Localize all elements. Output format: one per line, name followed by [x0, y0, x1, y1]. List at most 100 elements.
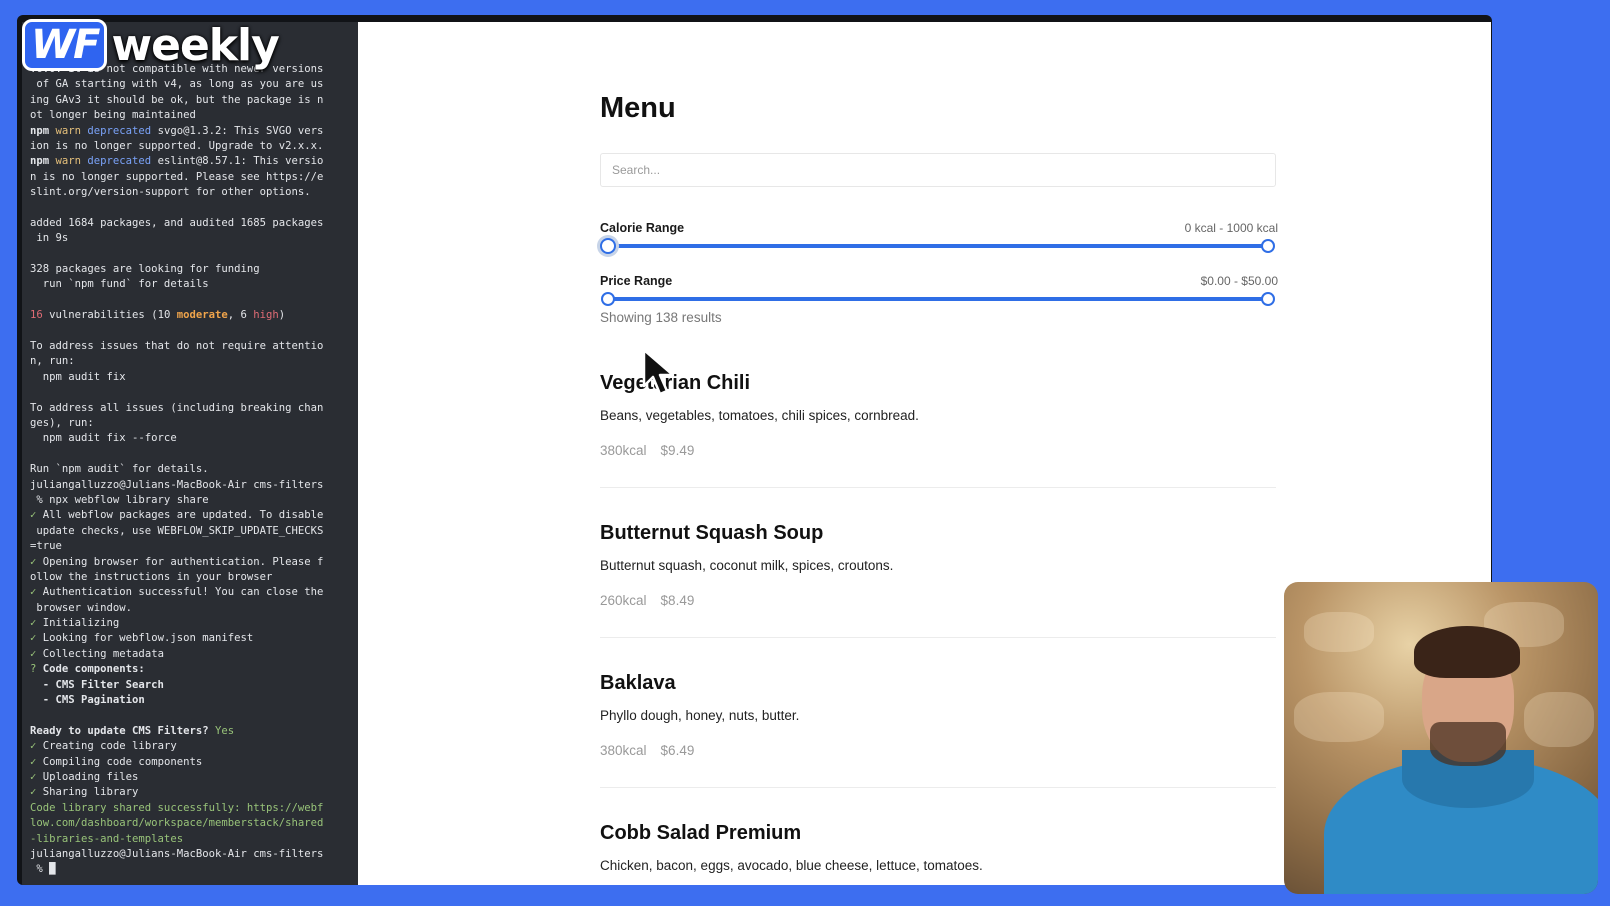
terminal-text: =true [30, 540, 62, 553]
menu-item-description: Butternut squash, coconut milk, spices, … [600, 558, 894, 573]
terminal-text: ot longer being maintained [30, 109, 196, 122]
terminal-text: run `npm fund` for details [30, 278, 209, 291]
terminal-text: ollow the instructions in your browser [30, 570, 273, 583]
terminal-text: Ready to update CMS Filters? [30, 724, 215, 737]
price-max-handle[interactable] [1261, 292, 1275, 306]
terminal-text: ✓ [30, 786, 43, 799]
terminal-line: slint.org/version-support for other opti… [30, 185, 358, 200]
terminal-line: % npx webflow library share [30, 493, 358, 508]
terminal-line: ollow the instructions in your browser [30, 570, 358, 585]
terminal-text: moderate [176, 309, 228, 322]
terminal-text: low.com/dashboard/workspace/memberstack/… [30, 817, 324, 830]
terminal-text: npm [30, 155, 56, 168]
item-divider [600, 637, 1276, 638]
terminal-text: ion is no longer supported. Upgrade to v… [30, 139, 324, 152]
terminal-line: npm audit fix [30, 370, 358, 385]
terminal-line: update checks, use WEBFLOW_SKIP_UPDATE_C… [30, 524, 358, 539]
terminal-line: =true [30, 539, 358, 554]
terminal-text: juliangalluzzo@Julians-MacBook-Air cms-f… [30, 478, 324, 491]
wf-weekly-logo: WF weekly [22, 19, 280, 71]
price-range-label: Price Range [600, 274, 673, 288]
terminal-text: Collecting metadata [42, 647, 164, 660]
terminal-text: ✓ [30, 632, 43, 645]
item-divider [600, 787, 1276, 788]
calorie-max-handle[interactable] [1261, 239, 1275, 253]
terminal-text: browser window. [30, 601, 133, 614]
terminal-text: ges), run: [30, 416, 94, 429]
terminal-text: - CMS Filter Search [30, 678, 164, 691]
terminal-line: ✓ Authentication successful! You can clo… [30, 585, 358, 600]
terminal-line: - CMS Pagination [30, 693, 358, 708]
terminal-text: ✓ [30, 509, 43, 522]
menu-item-price: $6.49 [660, 743, 695, 758]
terminal-line: Ready to update CMS Filters? Yes [30, 724, 358, 739]
terminal-text: warn [55, 155, 88, 168]
terminal-text: ✓ [30, 555, 43, 568]
terminal-line: added 1684 packages, and audited 1685 pa… [30, 216, 358, 231]
terminal-panel[interactable]: .6.0: It is not compatible with newer ve… [22, 22, 358, 885]
terminal-line: ✓ Compiling code components [30, 755, 358, 770]
terminal-text: Looking for webflow.json manifest [42, 632, 254, 645]
wall-stone [1294, 692, 1384, 742]
terminal-line: low.com/dashboard/workspace/memberstack/… [30, 816, 358, 831]
terminal-text: 16 [30, 309, 50, 322]
search-input[interactable] [600, 153, 1276, 187]
terminal-text: % █ [30, 863, 56, 876]
presenter-beard [1430, 722, 1506, 766]
terminal-text: Opening browser for authentication. Plea… [42, 555, 324, 568]
terminal-text: ✓ [30, 770, 43, 783]
menu-item-kcal: 380kcal [600, 743, 647, 758]
terminal-line: npm warn deprecated svgo@1.3.2: This SVG… [30, 124, 358, 139]
terminal-line: npm warn deprecated eslint@8.57.1: This … [30, 154, 358, 169]
terminal-text: ✓ [30, 740, 43, 753]
terminal-text: Authentication successful! You can close… [42, 586, 324, 599]
terminal-line: ion is no longer supported. Upgrade to v… [30, 139, 358, 154]
terminal-text: Run `npm audit` for details. [30, 463, 209, 476]
terminal-line: ✓ Uploading files [30, 770, 358, 785]
terminal-line: To address all issues (including breakin… [30, 401, 358, 416]
terminal-line: run `npm fund` for details [30, 277, 358, 292]
terminal-line: - CMS Filter Search [30, 678, 358, 693]
terminal-text: Uploading files [42, 770, 139, 783]
terminal-text: To address issues that do not require at… [30, 340, 324, 353]
price-range-value: $0.00 - $50.00 [1200, 274, 1278, 288]
menu-item-price: $9.49 [660, 443, 695, 458]
terminal-line: ? Code components: [30, 662, 358, 677]
terminal-line: ✓ Collecting metadata [30, 647, 358, 662]
terminal-text: Initializing [42, 617, 120, 630]
terminal-line: n, run: [30, 354, 358, 369]
terminal-text: high [253, 309, 279, 322]
price-range-track[interactable] [608, 297, 1268, 301]
terminal-line: 328 packages are looking for funding [30, 262, 358, 277]
terminal-line: 16 vulnerabilities (10 moderate, 6 high) [30, 308, 358, 323]
terminal-text: - CMS Pagination [30, 694, 145, 707]
mouse-cursor-icon [642, 348, 675, 396]
menu-item-meta: 260kcal $8.49 [600, 593, 694, 608]
terminal-line: ✓ Opening browser for authentication. Pl… [30, 555, 358, 570]
price-min-handle[interactable] [601, 292, 615, 306]
terminal-text: in 9s [30, 232, 69, 245]
calorie-min-handle[interactable] [600, 238, 616, 254]
terminal-text: vulnerabilities (10 [49, 309, 177, 322]
menu-item-description: Beans, vegetables, tomatoes, chili spice… [600, 408, 919, 423]
terminal-text: juliangalluzzo@Julians-MacBook-Air cms-f… [30, 847, 324, 860]
menu-item-meta: 380kcal $9.49 [600, 443, 694, 458]
terminal-text: ✓ [30, 647, 43, 660]
terminal-text: eslint@8.57.1: This versio [157, 155, 324, 168]
terminal-text: Yes [214, 724, 235, 737]
results-count: Showing 138 results [600, 310, 722, 325]
terminal-line: To address issues that do not require at… [30, 339, 358, 354]
terminal-text: deprecated [87, 155, 158, 168]
terminal-text: , 6 [227, 309, 254, 322]
menu-item-name: Baklava [600, 672, 676, 694]
menu-item-kcal: 380kcal [600, 443, 647, 458]
terminal-text: 328 packages are looking for funding [30, 263, 260, 276]
terminal-text: To address all issues (including breakin… [30, 401, 324, 414]
calorie-range-track[interactable] [608, 244, 1268, 248]
terminal-line: of GA starting with v4, as long as you a… [30, 77, 358, 92]
terminal-text: ing GAv3 it should be ok, but the packag… [30, 93, 324, 106]
terminal-text: of GA starting with v4, as long as you a… [30, 78, 324, 91]
